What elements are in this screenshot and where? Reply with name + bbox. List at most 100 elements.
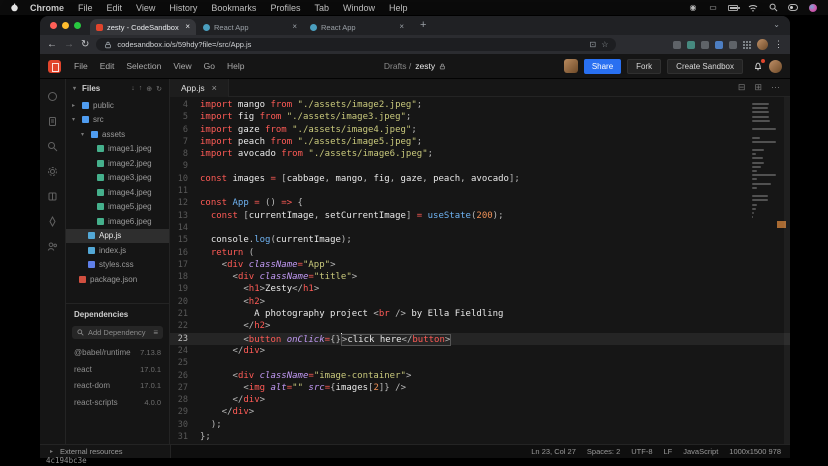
status-item[interactable]: LF: [664, 447, 673, 456]
code-line-28[interactable]: 28 </div>: [170, 394, 790, 406]
file-tree-item-image5.jpeg[interactable]: image5.jpeg: [66, 200, 169, 215]
browser-tab[interactable]: React App×: [197, 19, 303, 35]
code-area[interactable]: 4import mango from "./assets/image2.jpeg…: [170, 97, 790, 444]
dependency-row[interactable]: react17.0.1: [66, 361, 169, 378]
back-button[interactable]: ←: [47, 40, 57, 50]
menubar-item-profiles[interactable]: Profiles: [263, 3, 307, 13]
picture-in-picture-icon[interactable]: ⊡: [590, 40, 597, 49]
code-line-25[interactable]: 25: [170, 357, 790, 369]
menubar-item-tab[interactable]: Tab: [307, 3, 336, 13]
browser-profile-avatar[interactable]: [757, 39, 768, 50]
breadcrumb[interactable]: Drafts / zesty: [384, 61, 446, 71]
csb-menu-help[interactable]: Help: [221, 61, 250, 71]
file-tree-item-image3.jpeg[interactable]: image3.jpeg: [66, 171, 169, 186]
file-tree-item-image4.jpeg[interactable]: image4.jpeg: [66, 185, 169, 200]
code-line-30[interactable]: 30 );: [170, 419, 790, 431]
menubar-item-history[interactable]: History: [162, 3, 204, 13]
code-line-29[interactable]: 29 </div>: [170, 406, 790, 418]
dependency-row[interactable]: react-dom17.0.1: [66, 378, 169, 395]
extension-icon[interactable]: [715, 41, 723, 49]
battery-icon[interactable]: [728, 3, 738, 12]
display-icon[interactable]: ▭: [708, 3, 718, 12]
wifi-icon[interactable]: [748, 3, 758, 12]
code-line-23[interactable]: 23 <button onClick={}>click here</button…: [170, 333, 790, 345]
spotlight-search-icon[interactable]: [768, 3, 778, 12]
split-editor-icon[interactable]: ⊟: [738, 82, 746, 93]
maximize-window-button[interactable]: [74, 22, 81, 29]
menubar-item-chrome[interactable]: Chrome: [23, 3, 71, 13]
file-tree-item-src[interactable]: ▾src: [66, 113, 169, 128]
tab-search-icon[interactable]: ⌄: [763, 20, 790, 35]
code-line-22[interactable]: 22 </h2>: [170, 320, 790, 332]
control-center-icon[interactable]: [788, 3, 798, 12]
code-line-19[interactable]: 19 <h1>Zesty</h1>: [170, 283, 790, 295]
file-tree-item-package.json[interactable]: package.json: [66, 272, 169, 287]
extension-icon[interactable]: [687, 41, 695, 49]
file-tree-item-image6.jpeg[interactable]: image6.jpeg: [66, 214, 169, 229]
code-line-9[interactable]: 9: [170, 160, 790, 172]
upload-icon[interactable]: ↑: [139, 85, 143, 93]
files-section-header[interactable]: ▾ Files ↓ ↑ ⊕ ↻: [66, 79, 169, 98]
status-item[interactable]: UTF-8: [631, 447, 652, 456]
more-actions-icon[interactable]: ⋯: [771, 82, 780, 93]
dependency-row[interactable]: @babel/runtime7.13.8: [66, 345, 169, 362]
address-bar[interactable]: codesandbox.io/s/59hdy?file=/src/App.js …: [96, 38, 616, 51]
url-text[interactable]: codesandbox.io/s/59hdy?file=/src/App.js: [117, 40, 584, 49]
code-line-13[interactable]: 13 const [currentImage, setCurrentImage]…: [170, 210, 790, 222]
code-line-27[interactable]: 27 <img alt="" src={images[2]} />: [170, 382, 790, 394]
csb-menu-go[interactable]: Go: [198, 61, 221, 71]
code-line-24[interactable]: 24 </div>: [170, 345, 790, 357]
status-item[interactable]: JavaScript: [683, 447, 718, 456]
menubar-item-file[interactable]: File: [71, 3, 100, 13]
status-item[interactable]: Ln 23, Col 27: [531, 447, 576, 456]
browser-tab[interactable]: zesty - CodeSandbox×: [90, 19, 196, 35]
file-tree-item-image1.jpeg[interactable]: image1.jpeg: [66, 142, 169, 157]
code-line-8[interactable]: 8import avocado from "./assets/image6.jp…: [170, 148, 790, 160]
apps-grid-icon[interactable]: [743, 41, 751, 49]
file-tree-item-image2.jpeg[interactable]: image2.jpeg: [66, 156, 169, 171]
close-tab-icon[interactable]: ×: [212, 83, 217, 93]
code-line-15[interactable]: 15 console.log(currentImage);: [170, 234, 790, 246]
forward-button[interactable]: →: [64, 40, 74, 50]
plugins-icon[interactable]: [47, 191, 58, 202]
code-line-6[interactable]: 6import gaze from "./assets/image4.jpeg"…: [170, 124, 790, 136]
browser-menu-icon[interactable]: ⋮: [774, 39, 783, 50]
download-icon[interactable]: ↓: [131, 85, 135, 93]
code-line-5[interactable]: 5import fig from "./assets/image3.jpeg";: [170, 111, 790, 123]
list-icon[interactable]: ≡: [153, 328, 158, 337]
codesandbox-logo[interactable]: [48, 60, 61, 73]
profile-avatar[interactable]: [769, 60, 782, 73]
extension-icon[interactable]: [701, 41, 709, 49]
siri-icon[interactable]: [808, 3, 818, 12]
code-line-31[interactable]: 31};: [170, 431, 790, 443]
new-file-icon[interactable]: ⊕: [146, 85, 152, 93]
refresh-icon[interactable]: ↻: [156, 85, 162, 93]
csb-menu-edit[interactable]: Edit: [94, 61, 121, 71]
code-line-11[interactable]: 11: [170, 185, 790, 197]
code-line-21[interactable]: 21 A photography project <br /> by Ella …: [170, 308, 790, 320]
layout-grid-icon[interactable]: ⊞: [754, 82, 762, 93]
community-users-icon[interactable]: [47, 241, 58, 252]
status-item[interactable]: Spaces: 2: [587, 447, 620, 456]
deployment-rocket-icon[interactable]: [47, 216, 58, 227]
settings-gear-icon[interactable]: [47, 166, 58, 177]
code-line-12[interactable]: 12const App = () => {: [170, 197, 790, 209]
add-dependency-input[interactable]: Add Dependency ≡: [72, 326, 163, 339]
fork-button[interactable]: Fork: [627, 59, 661, 74]
tab-close-icon[interactable]: ×: [185, 23, 190, 31]
notifications-bell-icon[interactable]: [753, 61, 763, 71]
file-explorer-icon[interactable]: [47, 116, 58, 127]
menubar-item-bookmarks[interactable]: Bookmarks: [204, 3, 263, 13]
code-line-16[interactable]: 16 return (: [170, 247, 790, 259]
browser-tab[interactable]: React App×: [304, 19, 410, 35]
code-line-20[interactable]: 20 <h2>: [170, 296, 790, 308]
tab-close-icon[interactable]: ×: [399, 23, 404, 31]
reload-button[interactable]: ↻: [81, 40, 89, 50]
code-line-10[interactable]: 10const images = [cabbage, mango, fig, g…: [170, 173, 790, 185]
user-avatar[interactable]: [564, 59, 578, 73]
sandbox-title[interactable]: zesty: [415, 61, 435, 71]
search-icon[interactable]: [47, 141, 58, 152]
screen-record-icon[interactable]: ◉: [688, 3, 698, 12]
dependency-row[interactable]: react-scripts4.0.0: [66, 394, 169, 411]
code-line-4[interactable]: 4import mango from "./assets/image2.jpeg…: [170, 99, 790, 111]
